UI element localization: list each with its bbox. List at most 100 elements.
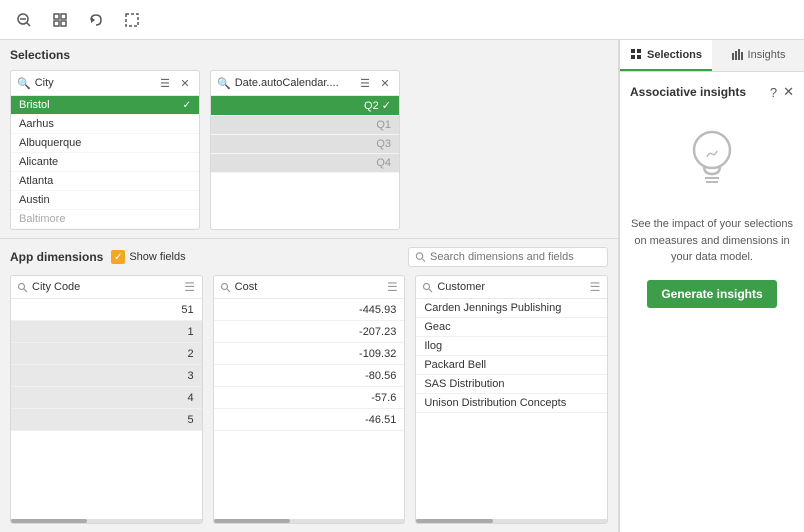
- zoom-out-button[interactable]: [10, 6, 38, 34]
- dim-cards: City Code ☰ 51 1 2: [10, 275, 608, 524]
- selections-section: Selections 🔍 City ☰ ✕ Bristol: [0, 40, 618, 239]
- cost-menu[interactable]: ☰: [386, 281, 398, 293]
- cost-scrollbar-thumb: [214, 519, 290, 523]
- city-item-alicante[interactable]: Alicante: [11, 153, 199, 172]
- cost-header: Cost ☰: [214, 276, 405, 299]
- date-box-title: Date.autoCalendar....: [235, 77, 353, 89]
- insights-tab-icon: [731, 48, 744, 61]
- date-close-icon[interactable]: ✕: [377, 75, 393, 91]
- cost-body: -445.93 -207.23 -109.32 -80.56 -57.6: [214, 299, 405, 519]
- generate-insights-button[interactable]: Generate insights: [647, 280, 776, 308]
- city-list: Bristol ✓ Aarhus Albuquerque Alicante: [11, 96, 199, 229]
- city-item-aarhus[interactable]: Aarhus: [11, 115, 199, 134]
- fit-view-button[interactable]: [46, 6, 74, 34]
- search-dimensions-box[interactable]: [408, 247, 608, 267]
- city-code-scrollbar: [11, 519, 202, 523]
- date-item-q3[interactable]: Q3: [211, 135, 399, 154]
- customer-row-4[interactable]: SAS Distribution: [416, 375, 607, 394]
- city-close-icon[interactable]: ✕: [177, 75, 193, 91]
- date-box-header: 🔍 Date.autoCalendar.... ☰ ✕: [211, 71, 399, 96]
- date-list: Q2 ✓ Q1 Q3 Q4: [211, 96, 399, 173]
- tab-selections[interactable]: Selections: [620, 40, 712, 71]
- select-icon: [124, 12, 140, 28]
- select-button[interactable]: [118, 6, 146, 34]
- lightbulb-container: [677, 122, 747, 202]
- city-code-row-1[interactable]: 1: [11, 321, 202, 343]
- customer-search-icon: [422, 282, 433, 293]
- city-code-search-icon: [17, 282, 28, 293]
- insights-title: Associative insights: [630, 85, 746, 99]
- app-dim-header: App dimensions ✓ Show fields: [10, 247, 608, 267]
- customer-scrollbar-thumb: [416, 519, 492, 523]
- customer-title: Customer: [437, 281, 585, 293]
- customer-row-3[interactable]: Packard Bell: [416, 356, 607, 375]
- right-tabs: Selections Insights: [620, 40, 804, 72]
- cost-search-icon: [220, 282, 231, 293]
- search-dim-icon: [415, 251, 426, 263]
- city-box-title: City: [35, 77, 153, 89]
- city-code-row-5[interactable]: 5: [11, 409, 202, 431]
- date-selection-box: 🔍 Date.autoCalendar.... ☰ ✕ Q2 ✓ Q1: [210, 70, 400, 230]
- city-code-row-4[interactable]: 4: [11, 387, 202, 409]
- cost-row-5[interactable]: -46.51: [214, 409, 405, 431]
- fit-view-icon: [52, 12, 68, 28]
- city-item-atlanta[interactable]: Atlanta: [11, 172, 199, 191]
- city-code-row-2[interactable]: 2: [11, 343, 202, 365]
- app-dim-title: App dimensions: [10, 250, 103, 264]
- tab-insights[interactable]: Insights: [712, 40, 804, 71]
- date-header-icons: ☰ ✕: [357, 75, 393, 91]
- customer-row-5[interactable]: Unison Distribution Concepts: [416, 394, 607, 413]
- undo-icon: [88, 12, 104, 28]
- customer-menu[interactable]: ☰: [589, 281, 601, 293]
- cost-row-4[interactable]: -57.6: [214, 387, 405, 409]
- undo-button[interactable]: [82, 6, 110, 34]
- app-dimensions-section: App dimensions ✓ Show fields: [0, 239, 618, 532]
- city-item-albuquerque[interactable]: Albuquerque: [11, 134, 199, 153]
- show-fields-toggle[interactable]: ✓ Show fields: [111, 250, 185, 264]
- city-list-icon[interactable]: ☰: [157, 75, 173, 91]
- cost-row-2[interactable]: -109.32: [214, 343, 405, 365]
- insights-content: Associative insights ? ✕: [620, 72, 804, 532]
- date-list-icon[interactable]: ☰: [357, 75, 373, 91]
- city-code-row-0[interactable]: 51: [11, 299, 202, 321]
- date-item-q1[interactable]: Q1: [211, 116, 399, 135]
- insights-header-icons: ? ✕: [770, 84, 794, 100]
- search-dimensions-input[interactable]: [430, 251, 601, 263]
- tab-selections-label: Selections: [647, 49, 702, 61]
- insights-description: See the impact of your selections on mea…: [630, 216, 794, 266]
- customer-card: Customer ☰ Carden Jennings Publishing Ge…: [415, 275, 608, 524]
- city-code-title: City Code: [32, 281, 180, 293]
- cost-row-1[interactable]: -207.23: [214, 321, 405, 343]
- cost-row-3[interactable]: -80.56: [214, 365, 405, 387]
- city-box-header: 🔍 City ☰ ✕: [11, 71, 199, 96]
- tab-insights-label: Insights: [748, 49, 786, 61]
- cost-title: Cost: [235, 281, 383, 293]
- city-search-icon: 🔍: [17, 77, 31, 90]
- city-item-bristol[interactable]: Bristol ✓: [11, 96, 199, 115]
- selections-boxes: 🔍 City ☰ ✕ Bristol ✓ Aarhus: [10, 70, 608, 230]
- city-code-menu[interactable]: ☰: [184, 281, 196, 293]
- toolbar: [0, 0, 804, 40]
- insights-close-icon[interactable]: ✕: [783, 84, 794, 100]
- left-panel: Selections 🔍 City ☰ ✕ Bristol: [0, 40, 619, 532]
- city-selection-box: 🔍 City ☰ ✕ Bristol ✓ Aarhus: [10, 70, 200, 230]
- zoom-out-icon: [16, 12, 32, 28]
- selections-title: Selections: [10, 48, 608, 62]
- selections-tab-icon: [630, 48, 643, 61]
- date-item-q2[interactable]: Q2 ✓: [211, 96, 399, 116]
- cost-row-0[interactable]: -445.93: [214, 299, 405, 321]
- customer-row-1[interactable]: Geac: [416, 318, 607, 337]
- city-item-baltimore[interactable]: Baltimore: [11, 210, 199, 229]
- city-code-scrollbar-thumb: [11, 519, 87, 523]
- city-code-row-3[interactable]: 3: [11, 365, 202, 387]
- main-layout: Selections 🔍 City ☰ ✕ Bristol: [0, 40, 804, 532]
- help-icon[interactable]: ?: [770, 85, 777, 100]
- right-panel: Selections Insights Associative insights…: [619, 40, 804, 532]
- city-code-body: 51 1 2 3 4: [11, 299, 202, 519]
- city-item-austin[interactable]: Austin: [11, 191, 199, 210]
- customer-row-0[interactable]: Carden Jennings Publishing: [416, 299, 607, 318]
- customer-row-2[interactable]: Ilog: [416, 337, 607, 356]
- customer-scrollbar: [416, 519, 607, 523]
- date-search-icon: 🔍: [217, 77, 231, 90]
- date-item-q4[interactable]: Q4: [211, 154, 399, 173]
